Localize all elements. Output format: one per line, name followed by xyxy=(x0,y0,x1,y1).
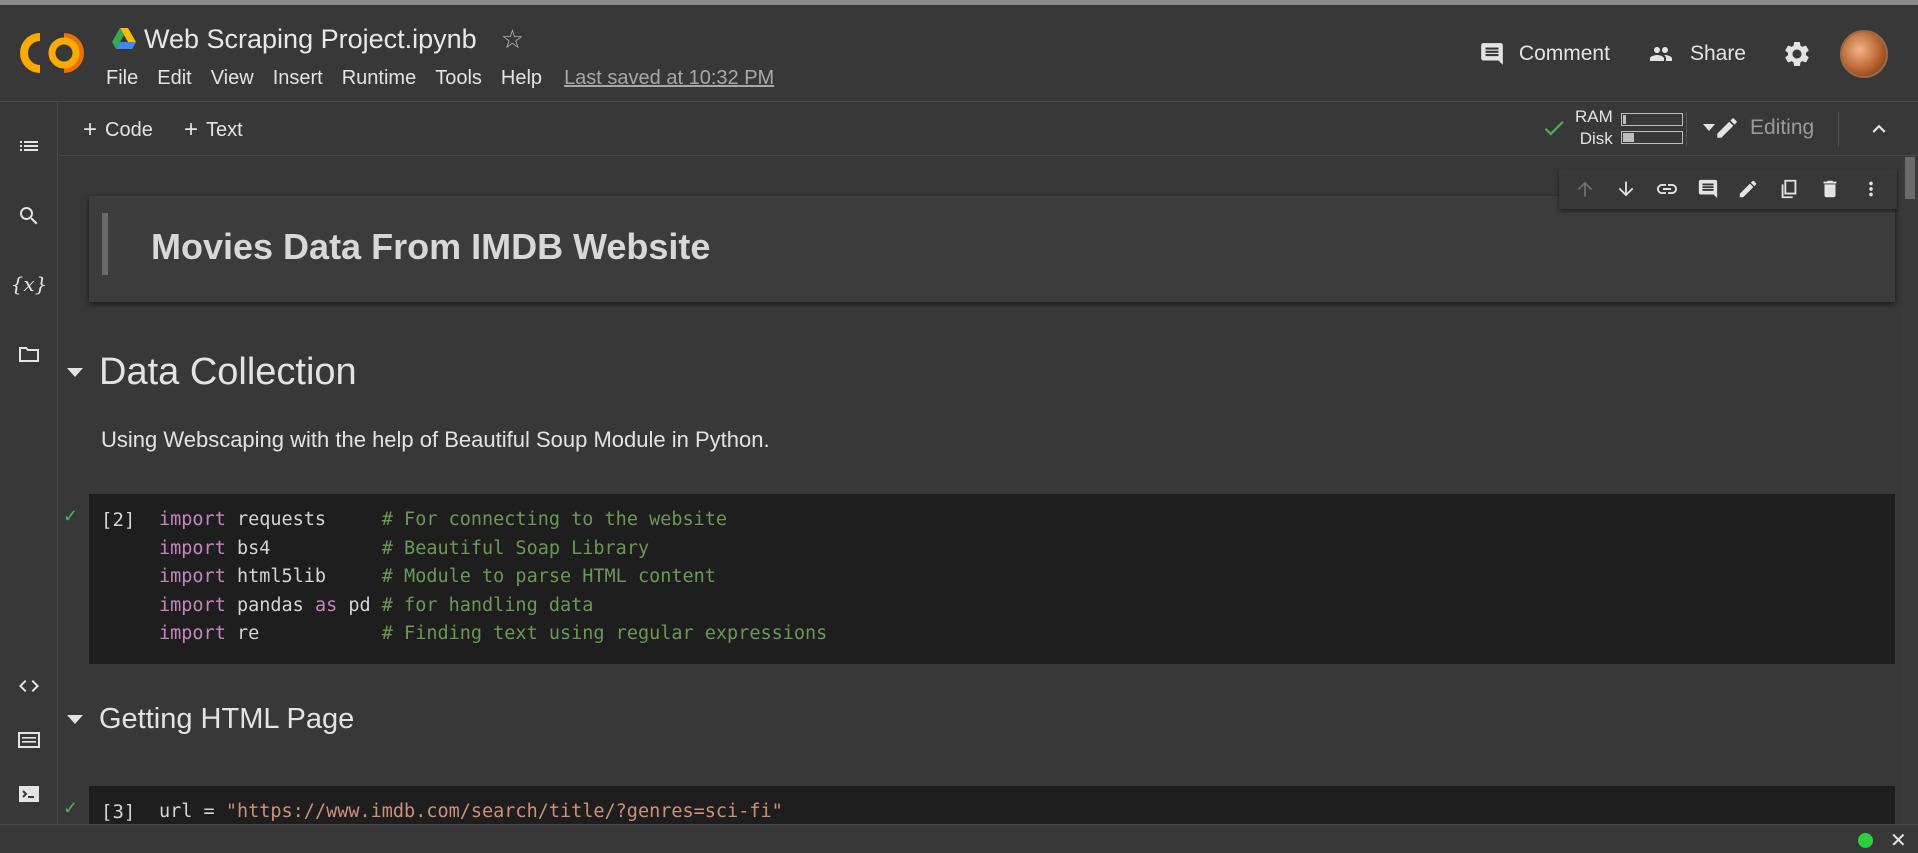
executed-check-icon: ✓ xyxy=(63,798,79,818)
menu-tools[interactable]: Tools xyxy=(435,65,482,92)
collapse-section-icon[interactable] xyxy=(67,715,83,724)
code-editor[interactable]: url = "https://www.imdb.com/search/title… xyxy=(159,798,783,824)
settings-gear-icon[interactable] xyxy=(1782,39,1812,69)
scrollbar-thumb[interactable] xyxy=(1905,157,1915,199)
collapse-section-icon[interactable] xyxy=(67,368,83,377)
plus-icon: + xyxy=(83,116,98,143)
add-text-button[interactable]: + Text xyxy=(184,116,243,144)
notebook-title[interactable]: Web Scraping Project.ipynb xyxy=(144,24,477,55)
cell-focus-bar xyxy=(102,213,108,275)
cell-toolbar xyxy=(1559,169,1897,209)
menu-file[interactable]: File xyxy=(106,65,138,92)
search-icon[interactable] xyxy=(15,202,43,230)
link-icon[interactable] xyxy=(1653,175,1681,203)
add-code-label: Code xyxy=(105,118,153,141)
section-heading: Data Collection xyxy=(99,351,357,393)
app-header: Web Scraping Project.ipynb ☆ File Edit V… xyxy=(0,5,1918,102)
folder-icon[interactable] xyxy=(15,340,43,368)
delete-icon[interactable] xyxy=(1816,175,1844,203)
user-avatar[interactable] xyxy=(1840,30,1888,78)
comment-button[interactable]: Comment xyxy=(1479,41,1610,67)
terminal-icon[interactable] xyxy=(15,780,43,808)
comment-icon[interactable] xyxy=(1694,175,1722,203)
ram-usage-fill xyxy=(1622,114,1626,124)
share-label: Share xyxy=(1689,42,1746,65)
code-editor[interactable]: import requests # For connecting to the … xyxy=(159,506,827,649)
disk-usage-fill xyxy=(1622,132,1634,142)
close-icon[interactable]: ✕ xyxy=(1890,828,1907,853)
more-options-icon[interactable] xyxy=(1857,175,1885,203)
menu-runtime[interactable]: Runtime xyxy=(342,65,416,92)
execution-count: [2] xyxy=(101,509,136,531)
code-line: import pandas as pd # for handling data xyxy=(159,594,594,616)
code-line: import bs4 # Beautiful Soap Library xyxy=(159,537,650,559)
code-cell-imports[interactable]: ✓ [2] import requests # For connecting t… xyxy=(63,494,1895,664)
runtime-status-dot-icon[interactable] xyxy=(1858,833,1873,848)
connected-check-icon xyxy=(1544,121,1564,136)
edit-pencil-icon[interactable] xyxy=(1734,175,1762,203)
command-palette-icon[interactable] xyxy=(15,726,43,754)
status-bar: ✕ xyxy=(0,824,1918,853)
notebook-heading: Movies Data From IMDB Website xyxy=(151,226,711,267)
toolbar-divider xyxy=(1838,112,1839,146)
resources-indicator[interactable]: RAM Disk xyxy=(1541,106,1717,150)
share-button[interactable]: Share xyxy=(1646,42,1746,66)
code-snippets-icon[interactable] xyxy=(15,672,43,700)
editing-mode-button[interactable]: Editing xyxy=(1714,115,1814,141)
star-icon[interactable]: ☆ xyxy=(501,24,524,55)
ram-usage-bar xyxy=(1620,112,1683,126)
code-line: import html5lib # Module to parse HTML c… xyxy=(159,566,716,587)
notebook-toolbar: + Code + Text RAM Disk Editing xyxy=(59,102,1918,156)
pencil-icon xyxy=(1717,118,1737,138)
code-line: import requests # For connecting to the … xyxy=(159,509,728,530)
add-text-label: Text xyxy=(206,118,243,141)
executed-check-icon: ✓ xyxy=(63,506,79,526)
title-text-cell[interactable]: Movies Data From IMDB Website xyxy=(89,196,1895,302)
code-cell-url[interactable]: ✓ [3] url = "https://www.imdb.com/search… xyxy=(63,786,1895,824)
left-sidebar: {x} xyxy=(0,102,58,824)
plus-icon: + xyxy=(184,116,199,143)
toolbar-divider xyxy=(1686,112,1687,146)
add-code-button[interactable]: + Code xyxy=(83,116,153,144)
menu-insert[interactable]: Insert xyxy=(273,65,323,92)
comment-label: Comment xyxy=(1518,42,1610,65)
section-heading: Getting HTML Page xyxy=(99,703,355,735)
menu-edit[interactable]: Edit xyxy=(157,65,191,92)
variables-icon[interactable]: {x} xyxy=(11,270,48,298)
move-down-icon[interactable] xyxy=(1612,175,1640,203)
comment-icon xyxy=(1481,43,1503,65)
last-saved-link[interactable]: Last saved at 10:32 PM xyxy=(564,67,774,90)
section-getting-html: Getting HTML Page xyxy=(67,703,355,736)
move-up-icon[interactable] xyxy=(1571,175,1599,203)
disk-label: Disk xyxy=(1579,129,1613,148)
editing-label: Editing xyxy=(1750,116,1815,139)
people-icon xyxy=(1649,47,1672,61)
menu-view[interactable]: View xyxy=(211,65,254,92)
section-data-collection: Data Collection xyxy=(67,351,357,394)
notebook-content[interactable]: Movies Data From IMDB Website Data Colle… xyxy=(59,157,1899,824)
mirror-cell-icon[interactable] xyxy=(1775,175,1803,203)
collapse-header-icon[interactable] xyxy=(1866,116,1892,142)
code-line: import re # Finding text using regular e… xyxy=(159,623,828,644)
google-drive-icon xyxy=(112,28,136,49)
vertical-scrollbar[interactable] xyxy=(1902,157,1918,824)
execution-count: [3] xyxy=(101,801,136,823)
colab-logo[interactable] xyxy=(20,31,84,75)
disk-usage-bar xyxy=(1620,130,1683,144)
section-description: Using Webscaping with the help of Beauti… xyxy=(101,427,770,452)
table-of-contents-icon[interactable] xyxy=(15,132,43,160)
ram-label: RAM xyxy=(1575,107,1613,126)
menu-help[interactable]: Help xyxy=(501,65,542,92)
menu-bar: File Edit View Insert Runtime Tools Help… xyxy=(106,65,774,92)
